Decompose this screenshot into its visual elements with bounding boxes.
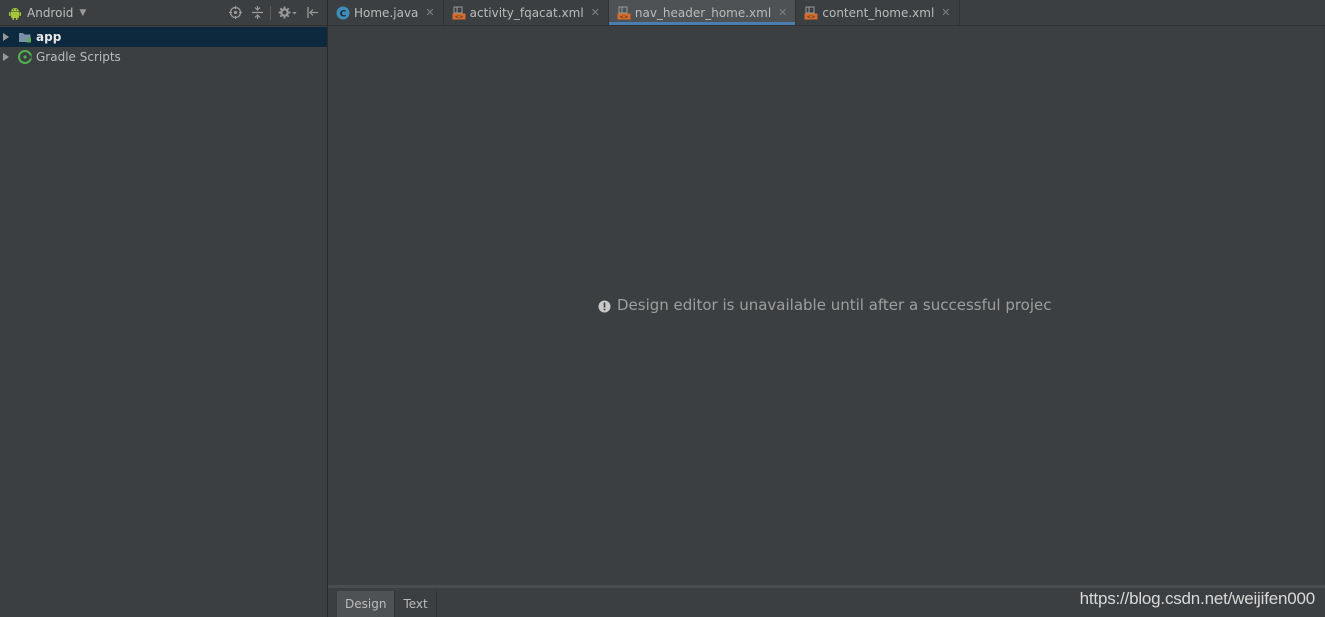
chevron-down-icon: ▼ [79, 7, 87, 18]
locate-icon[interactable] [226, 4, 244, 22]
project-view-selector[interactable]: Android ▼ [27, 6, 86, 20]
gradle-icon [18, 50, 32, 64]
tab-label: Design [345, 597, 387, 611]
tree-item-label: Gradle Scripts [36, 50, 121, 64]
design-surface[interactable]: Design editor is unavailable until after… [328, 26, 1325, 588]
sync-message-text: Design editor is unavailable until after… [617, 296, 1052, 314]
tree-item-app[interactable]: app [0, 27, 327, 47]
tree-item-label: app [36, 30, 62, 44]
watermark: https://blog.csdn.net/weijifen000 [1079, 589, 1316, 608]
project-panel-header: Android ▼ [0, 0, 327, 26]
tab-label: Text [403, 597, 428, 611]
expand-arrow-icon[interactable] [3, 53, 9, 61]
svg-text:C: C [340, 9, 347, 19]
tab-label: nav_header_home.xml [634, 5, 772, 20]
close-icon[interactable]: ✕ [778, 6, 787, 19]
java-class-icon: C [336, 6, 350, 20]
svg-text:<>: <> [454, 14, 462, 19]
xml-layout-icon: <> [617, 6, 631, 20]
tab-label: activity_fqacat.xml [469, 5, 584, 20]
close-icon[interactable]: ✕ [941, 6, 950, 19]
tab-label: content_home.xml [822, 5, 935, 20]
panel-toolbar [222, 0, 321, 25]
close-icon[interactable]: ✕ [425, 6, 434, 19]
project-panel: Android ▼ app Gradle Scripts [0, 0, 328, 617]
tab-label: Home.java [354, 5, 419, 20]
xml-layout-icon: <> [452, 6, 466, 20]
editor-area: C Home.java ✕ <> activity_fqacat.xml ✕ <… [328, 0, 1325, 617]
tab-home-java[interactable]: C Home.java ✕ [328, 0, 444, 25]
toolbar-divider [270, 5, 271, 20]
android-studio-window: Android ▼ app Gradle Scripts C Home.java… [0, 0, 1325, 617]
warning-icon [598, 299, 611, 312]
tab-activity-fqacat-xml[interactable]: <> activity_fqacat.xml ✕ [444, 0, 609, 25]
tab-content-home-xml[interactable]: <> content_home.xml ✕ [796, 0, 960, 25]
svg-text:<>: <> [807, 14, 815, 19]
tab-design[interactable]: Design [337, 591, 396, 617]
tab-nav-header-home-xml[interactable]: <> nav_header_home.xml ✕ [608, 0, 797, 25]
folder-module-icon [18, 30, 32, 44]
project-view-label: Android [27, 5, 74, 20]
svg-text:<>: <> [620, 14, 628, 19]
tree-item-gradle-scripts[interactable]: Gradle Scripts [0, 47, 327, 67]
tab-text[interactable]: Text [395, 591, 437, 617]
gear-icon[interactable] [277, 4, 299, 22]
android-icon [8, 6, 22, 20]
close-icon[interactable]: ✕ [591, 6, 600, 19]
sync-unavailable-message: Design editor is unavailable until after… [598, 296, 1052, 314]
xml-layout-icon: <> [804, 6, 818, 20]
collapse-all-icon[interactable] [248, 4, 266, 22]
hide-panel-icon[interactable] [303, 4, 321, 22]
expand-arrow-icon[interactable] [3, 33, 9, 41]
editor-tab-bar: C Home.java ✕ <> activity_fqacat.xml ✕ <… [328, 0, 1325, 26]
